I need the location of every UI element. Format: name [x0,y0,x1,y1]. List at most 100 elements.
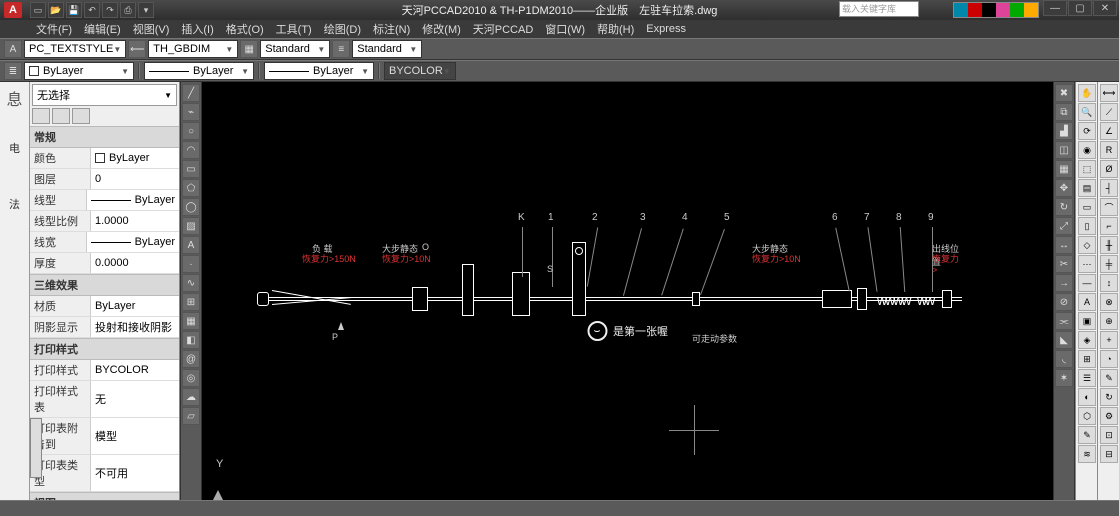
color-chip[interactable] [982,3,996,17]
color-combo[interactable]: ByLayer▼ [24,62,134,80]
donut-icon[interactable]: ◎ [182,369,200,387]
dim-upd-icon[interactable]: ↻ [1100,388,1118,406]
region-icon[interactable]: ◧ [182,331,200,349]
block-icon[interactable]: ⊞ [182,293,200,311]
nav-zoom-icon[interactable]: 🔍 [1078,103,1096,121]
dim-base-icon[interactable]: ╫ [1100,236,1118,254]
dim-insp-icon[interactable]: ◔ [1100,350,1118,368]
dim-ali-icon[interactable]: ⟋ [1100,103,1118,121]
prop-plotstyle[interactable]: BYCOLOR [90,360,179,380]
hatch-icon[interactable]: ▨ [182,217,200,235]
point-icon[interactable]: · [182,255,200,273]
prop-pick-icon[interactable] [32,108,50,124]
dim-arc-icon[interactable]: ⌒ [1100,198,1118,216]
menu-modify[interactable]: 修改(M) [416,21,467,37]
prop-ltscale[interactable]: 1.0000 [90,211,179,231]
menu-help[interactable]: 帮助(H) [591,21,640,37]
color-chip[interactable] [996,3,1010,17]
qat-save-icon[interactable]: 💾 [66,2,82,18]
menu-file[interactable]: 文件(F) [30,21,78,37]
prop-plottable[interactable]: 无 [90,381,179,417]
break-icon[interactable]: ⊘ [1055,293,1073,311]
dim-ctr-icon[interactable]: + [1100,331,1118,349]
ellipse-icon[interactable]: ◯ [182,198,200,216]
prop-shadow[interactable]: 投射和接收阴影 [90,317,179,337]
menu-pccad[interactable]: 天河PCCAD [467,21,540,37]
nav-f-icon[interactable]: ◐ [1078,388,1096,406]
textstyle-icon[interactable]: A [4,40,22,58]
close-button[interactable]: ✕ [1093,0,1117,16]
dim-tol-icon[interactable]: ⊕ [1100,312,1118,330]
nav-d-icon[interactable]: ⊞ [1078,350,1096,368]
spline-icon[interactable]: ∿ [182,274,200,292]
linetype-combo[interactable]: ByLayer▼ [144,62,254,80]
prop-thickness[interactable]: 0.0000 [90,253,179,273]
nav-show-icon[interactable]: ▤ [1078,179,1096,197]
maximize-button[interactable]: ▢ [1068,0,1092,16]
circle-icon[interactable]: ○ [182,122,200,140]
menu-tools[interactable]: 工具(T) [270,21,318,37]
tablestyle-icon[interactable]: ▦ [240,40,258,58]
section-plot[interactable]: 打印样式 [30,338,179,360]
layermgr-icon[interactable]: ≣ [4,62,22,80]
dim-dia-icon[interactable]: Ø [1100,160,1118,178]
nav-g-icon[interactable]: ⬡ [1078,407,1096,425]
line-icon[interactable]: ╱ [182,84,200,102]
minimize-button[interactable]: — [1043,0,1067,16]
mirror-icon[interactable]: ▟ [1055,122,1073,140]
dim-x2-icon[interactable]: ⊟ [1100,445,1118,463]
move-icon[interactable]: ✥ [1055,179,1073,197]
dim-ang-icon[interactable]: ∠ [1100,122,1118,140]
dim-brk-icon[interactable]: ⊗ [1100,293,1118,311]
color-chip[interactable] [1010,3,1024,17]
revcloud-icon[interactable]: ☁ [182,388,200,406]
color-chip[interactable] [968,3,982,17]
nav-b-icon[interactable]: ▣ [1078,312,1096,330]
prop-layer[interactable]: 0 [90,169,179,189]
fillet-icon[interactable]: ◟ [1055,350,1073,368]
extend-icon[interactable]: → [1055,274,1073,292]
nav-iso-icon[interactable]: ◇ [1078,236,1096,254]
menu-express[interactable]: Express [640,23,692,35]
dim-ovr-icon[interactable]: ✎ [1100,369,1118,387]
table-icon[interactable]: ▦ [182,312,200,330]
poly-icon[interactable]: ⬠ [182,179,200,197]
nav-i-icon[interactable]: ≋ [1078,445,1096,463]
menu-dim[interactable]: 标注(N) [367,21,416,37]
chamfer-icon[interactable]: ◣ [1055,331,1073,349]
dim-cont-icon[interactable]: ╪ [1100,255,1118,273]
dim-sty-icon[interactable]: ⚙ [1100,407,1118,425]
dim-lin-icon[interactable]: ⟷ [1100,84,1118,102]
nav-a-icon[interactable]: A [1078,293,1096,311]
array-icon[interactable]: ▦ [1055,160,1073,178]
tablestyle-combo[interactable]: Standard▼ [260,40,330,58]
explode-icon[interactable]: ✶ [1055,369,1073,387]
helix-icon[interactable]: @ [182,350,200,368]
prop-plottype[interactable]: 不可用 [90,455,179,491]
palette-scrollbar[interactable] [30,418,42,478]
color-chip[interactable] [1024,3,1038,17]
prop-selection-combo[interactable]: 无选择▼ [32,84,177,106]
qat-new-icon[interactable]: ▭ [30,2,46,18]
mlstyle-combo[interactable]: Standard▼ [352,40,422,58]
dim-rad-icon[interactable]: R [1100,141,1118,159]
prop-material[interactable]: ByLayer [90,296,179,316]
prop-toggle-icon[interactable] [72,108,90,124]
qat-print-icon[interactable]: ⎙ [120,2,136,18]
dim-x1-icon[interactable]: ⊡ [1100,426,1118,444]
arc-icon[interactable]: ◠ [182,141,200,159]
lineweight-combo[interactable]: ByLayer▼ [264,62,374,80]
erase-icon[interactable]: ✖ [1055,84,1073,102]
scale-icon[interactable]: ⤢ [1055,217,1073,235]
prop-lineweight[interactable]: ByLayer [86,232,179,252]
stretch-icon[interactable]: ↔ [1055,236,1073,254]
qat-open-icon[interactable]: 📂 [48,2,64,18]
menu-insert[interactable]: 插入(I) [175,21,219,37]
mlstyle-icon[interactable]: ≡ [332,40,350,58]
prop-quick-icon[interactable] [52,108,70,124]
qat-more-icon[interactable]: ▾ [138,2,154,18]
dimstyle-icon[interactable]: ⟵ [128,40,146,58]
qat-undo-icon[interactable]: ↶ [84,2,100,18]
menu-window[interactable]: 窗口(W) [539,21,591,37]
nav-wheel-icon[interactable]: ◉ [1078,141,1096,159]
